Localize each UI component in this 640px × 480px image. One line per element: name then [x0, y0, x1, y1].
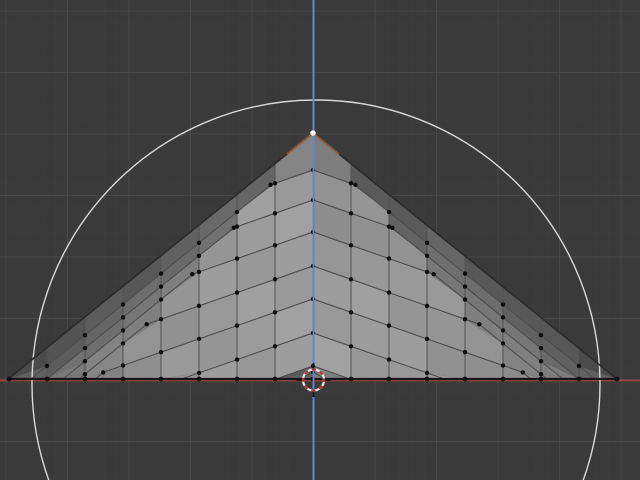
viewport-canvas[interactable]	[0, 0, 640, 480]
selected-vertex[interactable]	[310, 130, 316, 136]
blender-viewport[interactable]	[0, 0, 640, 480]
